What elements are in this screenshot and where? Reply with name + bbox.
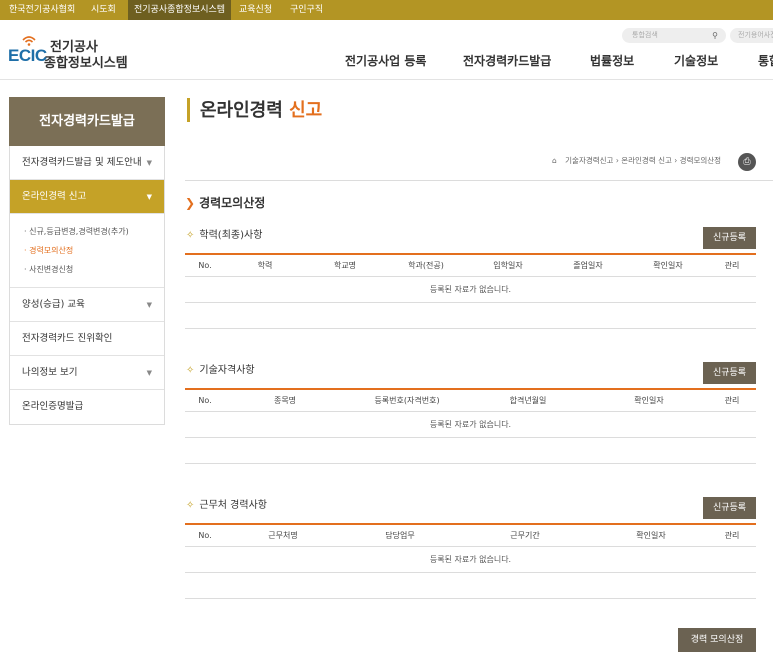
education-table: No. 학력 학교명 학과(전공) 입학일자 졸업일자 확인일자 관리 등록된 … — [185, 253, 756, 329]
table-empty-row: 등록된 자료가 없습니다. — [185, 547, 756, 573]
submenu-item-career-calc[interactable]: · 경력모의산정 — [24, 241, 164, 260]
nav-legal-info[interactable]: 법률정보 — [590, 52, 634, 69]
home-icon[interactable]: ⌂ — [552, 156, 557, 165]
sidebar-submenu: · 신규,등급변경,경력변경(추가) · 경력모의산정 · 사진변경신청 — [10, 214, 164, 288]
top-link-regional[interactable]: 시도회 — [91, 0, 116, 20]
nav-technical-info[interactable]: 기술정보 — [674, 52, 718, 69]
top-link-education[interactable]: 교육신청 — [239, 0, 272, 20]
education-new-button[interactable]: 신규등록 — [703, 227, 756, 249]
star-icon: ✧ — [186, 365, 195, 376]
search-input[interactable]: 통합검색 ⚲ — [622, 28, 726, 43]
sidebar-item-verify[interactable]: 전자경력카드 진위확인 — [10, 322, 164, 356]
top-link-jobs[interactable]: 구인구직 — [290, 0, 323, 20]
sidebar-item-card-guide[interactable]: 전자경력카드발급 및 제도안내 ▼ — [10, 146, 164, 180]
section-title: ❯ 경력모의산정 — [185, 196, 266, 210]
table-header: No. 근무처명 담당업무 근무기간 확인일자 관리 — [185, 523, 756, 547]
sidebar-item-certificate[interactable]: 온라인증명발급 — [10, 390, 164, 424]
chevron-down-icon: ▼ — [146, 159, 152, 167]
education-section-title: ✧ 학력(최종)사항 — [186, 230, 263, 241]
chevron-down-icon: ▼ — [146, 193, 152, 201]
workplace-new-button[interactable]: 신규등록 — [703, 497, 756, 519]
qualification-section-title: ✧ 기술자격사항 — [186, 365, 255, 376]
table-footer — [185, 573, 756, 599]
table-footer — [185, 303, 756, 329]
chevron-down-icon: ▼ — [146, 301, 152, 309]
chevron-right-icon: ❯ — [185, 196, 196, 210]
workplace-table: No. 근무처명 담당업무 근무기간 확인일자 관리 등록된 자료가 없습니다. — [185, 523, 756, 599]
table-header: No. 학력 학교명 학과(전공) 입학일자 졸업일자 확인일자 관리 — [185, 253, 756, 277]
nav-integrated[interactable]: 통합 — [758, 52, 773, 69]
nav-career-card[interactable]: 전자경력카드발급 — [463, 52, 551, 69]
print-icon[interactable]: ⎙ — [738, 153, 756, 171]
table-empty-row: 등록된 자료가 없습니다. — [185, 412, 756, 438]
workplace-section-title: ✧ 근무처 경력사항 — [186, 500, 267, 511]
nav-contractor-registration[interactable]: 전기공사업 등록 — [345, 52, 426, 69]
top-link-association[interactable]: 한국전기공사협회 — [9, 0, 75, 20]
submenu-item-photo-change[interactable]: · 사진변경신청 — [24, 260, 164, 279]
sidebar-item-online-report[interactable]: 온라인경력 신고 ▼ — [10, 180, 164, 214]
site-header: ECIC 전기공사 종합정보시스템 통합검색 ⚲ 전기용어사전 전기공사업 등록… — [0, 20, 773, 80]
star-icon: ✧ — [186, 230, 195, 241]
page-title: 온라인경력 신고 — [200, 100, 323, 121]
chevron-down-icon: ▼ — [146, 369, 152, 377]
sidebar-item-education[interactable]: 양성(승급) 교육 ▼ — [10, 288, 164, 322]
logo-ecic: ECIC — [8, 46, 47, 65]
sidebar-menu: 전자경력카드발급 및 제도안내 ▼ 온라인경력 신고 ▼ · 신규,등급변경,경… — [9, 146, 165, 425]
submenu-item-new-change[interactable]: · 신규,등급변경,경력변경(추가) — [24, 222, 164, 241]
top-utility-bar: 한국전기공사협회 시도회 전기공사종합정보시스템 교육신청 구인구직 — [0, 0, 773, 20]
star-icon: ✧ — [186, 500, 195, 511]
search-icon[interactable]: ⚲ — [712, 28, 718, 43]
table-footer — [185, 438, 756, 464]
qualification-new-button[interactable]: 신규등록 — [703, 362, 756, 384]
logo-line-2: 종합정보시스템 — [44, 56, 128, 71]
sidebar-title: 전자경력카드발급 — [9, 97, 165, 146]
table-header: No. 종목명 등록번호(자격번호) 합격년월일 확인일자 관리 — [185, 388, 756, 412]
qualification-table: No. 종목명 등록번호(자격번호) 합격년월일 확인일자 관리 등록된 자료가… — [185, 388, 756, 464]
sidebar-item-my-info[interactable]: 나의정보 보기 ▼ — [10, 356, 164, 390]
breadcrumb: ⌂ 기술자경력신고 › 온라인경력 신고 › 경력모의산정 — [552, 156, 722, 165]
signal-icon — [22, 36, 36, 46]
content-divider — [185, 180, 773, 181]
top-link-info-system[interactable]: 전기공사종합정보시스템 — [128, 0, 232, 20]
title-accent-bar — [187, 98, 190, 122]
career-calc-button[interactable]: 경력 모의산정 — [678, 628, 756, 652]
dictionary-search-input[interactable]: 전기용어사전 — [730, 28, 773, 43]
table-empty-row: 등록된 자료가 없습니다. — [185, 277, 756, 303]
